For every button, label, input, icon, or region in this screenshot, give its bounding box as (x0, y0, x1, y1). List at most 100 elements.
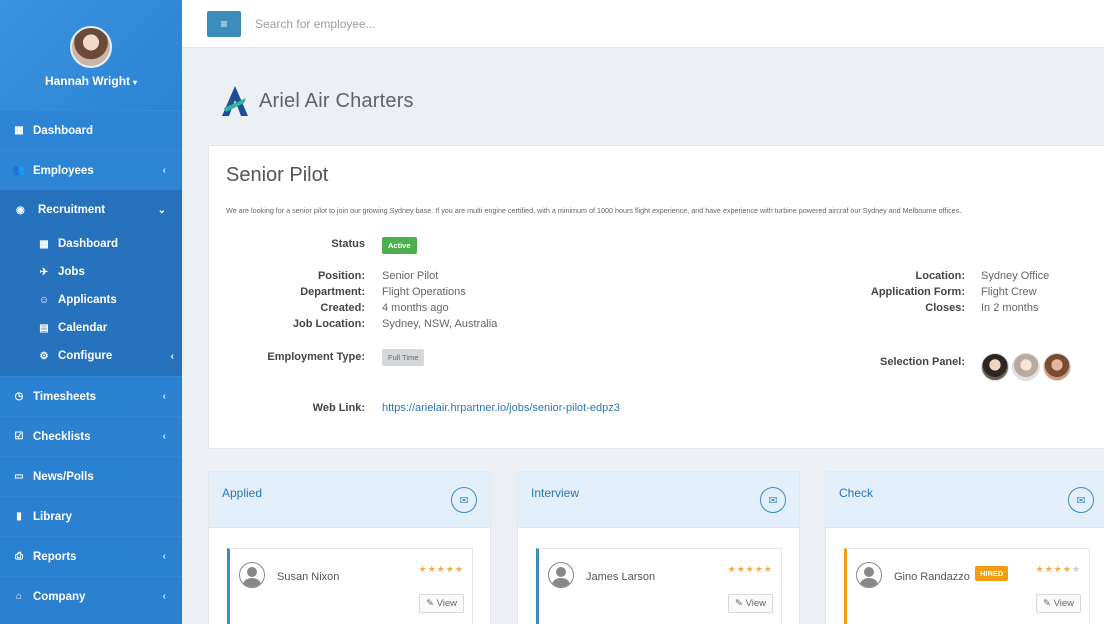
clock-icon: ◷ (14, 391, 24, 402)
sidebar-item-recruitment[interactable]: ◉ Recruitment ⌄ (0, 190, 182, 230)
plane-icon: ✈ (39, 266, 49, 278)
chevron-left-icon: ‹ (162, 391, 166, 402)
candidate-name: Susan Nixon (277, 571, 340, 583)
stars-filled: ★★★★ (1035, 564, 1072, 574)
application-form-label: Application Form: (870, 286, 965, 298)
employee-search-input[interactable] (255, 16, 655, 31)
view-button[interactable]: ✎ View (727, 594, 773, 613)
avatar (856, 562, 882, 588)
candidate-card[interactable]: Susan Nixon ★★★★★ ✎ View (227, 548, 473, 624)
candidate-card[interactable]: James Larson ★★★★★ ✎ View (536, 548, 782, 624)
status-badge: Active (382, 237, 417, 254)
view-button[interactable]: ✎ View (1035, 594, 1081, 613)
column-title: Check (839, 486, 874, 500)
sidebar-item-company[interactable]: ⌂ Company ‹ (0, 576, 182, 616)
sidebar-subitem-jobs[interactable]: ✈ Jobs (0, 258, 182, 286)
company-name: Ariel Air Charters (259, 89, 414, 112)
job-description: We are looking for a senior pilot to joi… (226, 206, 962, 215)
candidate-name: Gino Randazzo (894, 571, 970, 583)
avatar (239, 562, 265, 588)
sidebar-item-reports[interactable]: ⎙ Reports ‹ (0, 536, 182, 576)
sidebar-item-label: Recruitment (38, 204, 106, 216)
sidebar-subitem-applicants[interactable]: ☺ Applicants (0, 286, 182, 314)
avatar[interactable] (1043, 353, 1071, 381)
caret-down-icon: ▾ (133, 78, 138, 87)
selection-panel-label: Selection Panel: (880, 356, 965, 368)
user-avatar[interactable] (70, 26, 112, 68)
th-large-icon: ▦ (14, 125, 24, 136)
star-rating: ★★★★★ (419, 564, 464, 575)
email-icon[interactable]: ✉ (760, 487, 786, 513)
column-header: Applied ✉ (209, 472, 490, 528)
chevron-left-icon: ‹ (162, 591, 166, 602)
sidebar-subitem-label: Applicants (58, 294, 117, 306)
employment-type-badge: Full Time (382, 349, 425, 366)
bank-icon: ⌂ (15, 591, 23, 602)
chevron-down-icon: ⌄ (157, 204, 166, 216)
avatar[interactable] (1012, 353, 1040, 381)
user-name: Hannah Wright (44, 74, 131, 88)
sidebar-subitem-label: Dashboard (58, 238, 119, 250)
menu-icon: ≡ (220, 16, 228, 31)
chevron-left-icon: ‹ (170, 350, 174, 362)
closes-value: In 2 months (981, 302, 1039, 314)
email-icon[interactable]: ✉ (451, 487, 477, 513)
job-title: Senior Pilot (226, 164, 329, 186)
selection-panel-avatars (981, 353, 1074, 381)
newspaper-icon: ▭ (14, 471, 24, 482)
sidebar-item-library[interactable]: ▮ Library (0, 496, 182, 536)
top-navbar: ≡ (182, 0, 1104, 48)
sidebar-item-label: Library (33, 510, 72, 523)
sidebar-group-recruitment: ◉ Recruitment ⌄ ▦ Dashboard ✈ Jobs ☺ App… (0, 190, 182, 376)
sidebar-item-dashboard[interactable]: ▦ Dashboard (0, 110, 182, 150)
user-menu-toggle[interactable]: Hannah Wright ▾ (0, 74, 182, 88)
sidebar-item-label: Reports (33, 550, 77, 563)
department-value: Flight Operations (382, 286, 466, 298)
sidebar-subitem-configure[interactable]: ⚙ Configure ‹ (0, 342, 182, 376)
stars-filled: ★★★★★ (727, 564, 773, 574)
view-button[interactable]: ✎ View (418, 594, 464, 613)
sidebar-item-label: Dashboard (33, 124, 94, 137)
candidate-card[interactable]: Gino Randazzo HIRED ★★★★★ ✎ View (844, 548, 1090, 624)
avatar[interactable] (981, 353, 1009, 381)
sidebar-item-employees[interactable]: 👥 Employees ‹ (0, 150, 182, 190)
closes-label: Closes: (925, 302, 965, 314)
column-title: Applied (222, 486, 263, 500)
sidebar-subitem-label: Jobs (58, 266, 85, 278)
web-link[interactable]: https://arielair.hrpartner.io/jobs/senio… (382, 402, 620, 414)
pipeline-column-interview: Interview ✉ James Larson ★★★★★ ✎ View (517, 471, 800, 624)
candidate-name: James Larson (586, 571, 656, 583)
column-title: Interview (531, 486, 580, 500)
sidebar: Hannah Wright ▾ ▦ Dashboard 👥 Employees ‹… (0, 0, 182, 624)
user-icon: ☺ (38, 294, 50, 306)
sidebar-subitem-label: Configure (58, 350, 113, 362)
job-location-label: Job Location: (292, 318, 365, 330)
location-value: Sydney Office (981, 270, 1050, 282)
created-value: 4 months ago (382, 302, 449, 314)
application-form-value: Flight Crew (981, 286, 1037, 298)
sidebar-item-timesheets[interactable]: ◷ Timesheets ‹ (0, 376, 182, 416)
star-rating: ★★★★★ (728, 564, 773, 575)
users-icon: 👥 (12, 165, 26, 176)
sidebar-item-news-polls[interactable]: ▭ News/Polls (0, 456, 182, 496)
sidebar-toggle-button[interactable]: ≡ (207, 10, 241, 37)
sidebar-subitem-calendar[interactable]: ▤ Calendar (0, 314, 182, 342)
email-icon[interactable]: ✉ (1068, 487, 1094, 513)
hired-badge: HIRED (975, 566, 1009, 581)
stars-filled: ★★★★★ (418, 564, 464, 574)
sidebar-item-label: News/Polls (33, 470, 94, 483)
job-location-value: Sydney, NSW, Australia (382, 318, 498, 330)
chevron-left-icon: ‹ (162, 551, 166, 562)
gear-icon: ⚙ (39, 350, 49, 362)
sidebar-subitem-dashboard[interactable]: ▦ Dashboard (0, 230, 182, 258)
column-header: Check ✉ (826, 472, 1104, 528)
sidebar-item-checklists[interactable]: ☑ Checklists ‹ (0, 416, 182, 456)
job-details-card: Senior Pilot We are looking for a senior… (208, 145, 1104, 449)
print-icon: ⎙ (15, 551, 23, 562)
chevron-left-icon: ‹ (162, 165, 166, 176)
calendar-icon: ▤ (39, 322, 49, 334)
web-link-label: Web Link: (312, 402, 365, 414)
position-value: Senior Pilot (382, 270, 439, 282)
avatar (548, 562, 574, 588)
file-icon: ▮ (16, 511, 22, 522)
